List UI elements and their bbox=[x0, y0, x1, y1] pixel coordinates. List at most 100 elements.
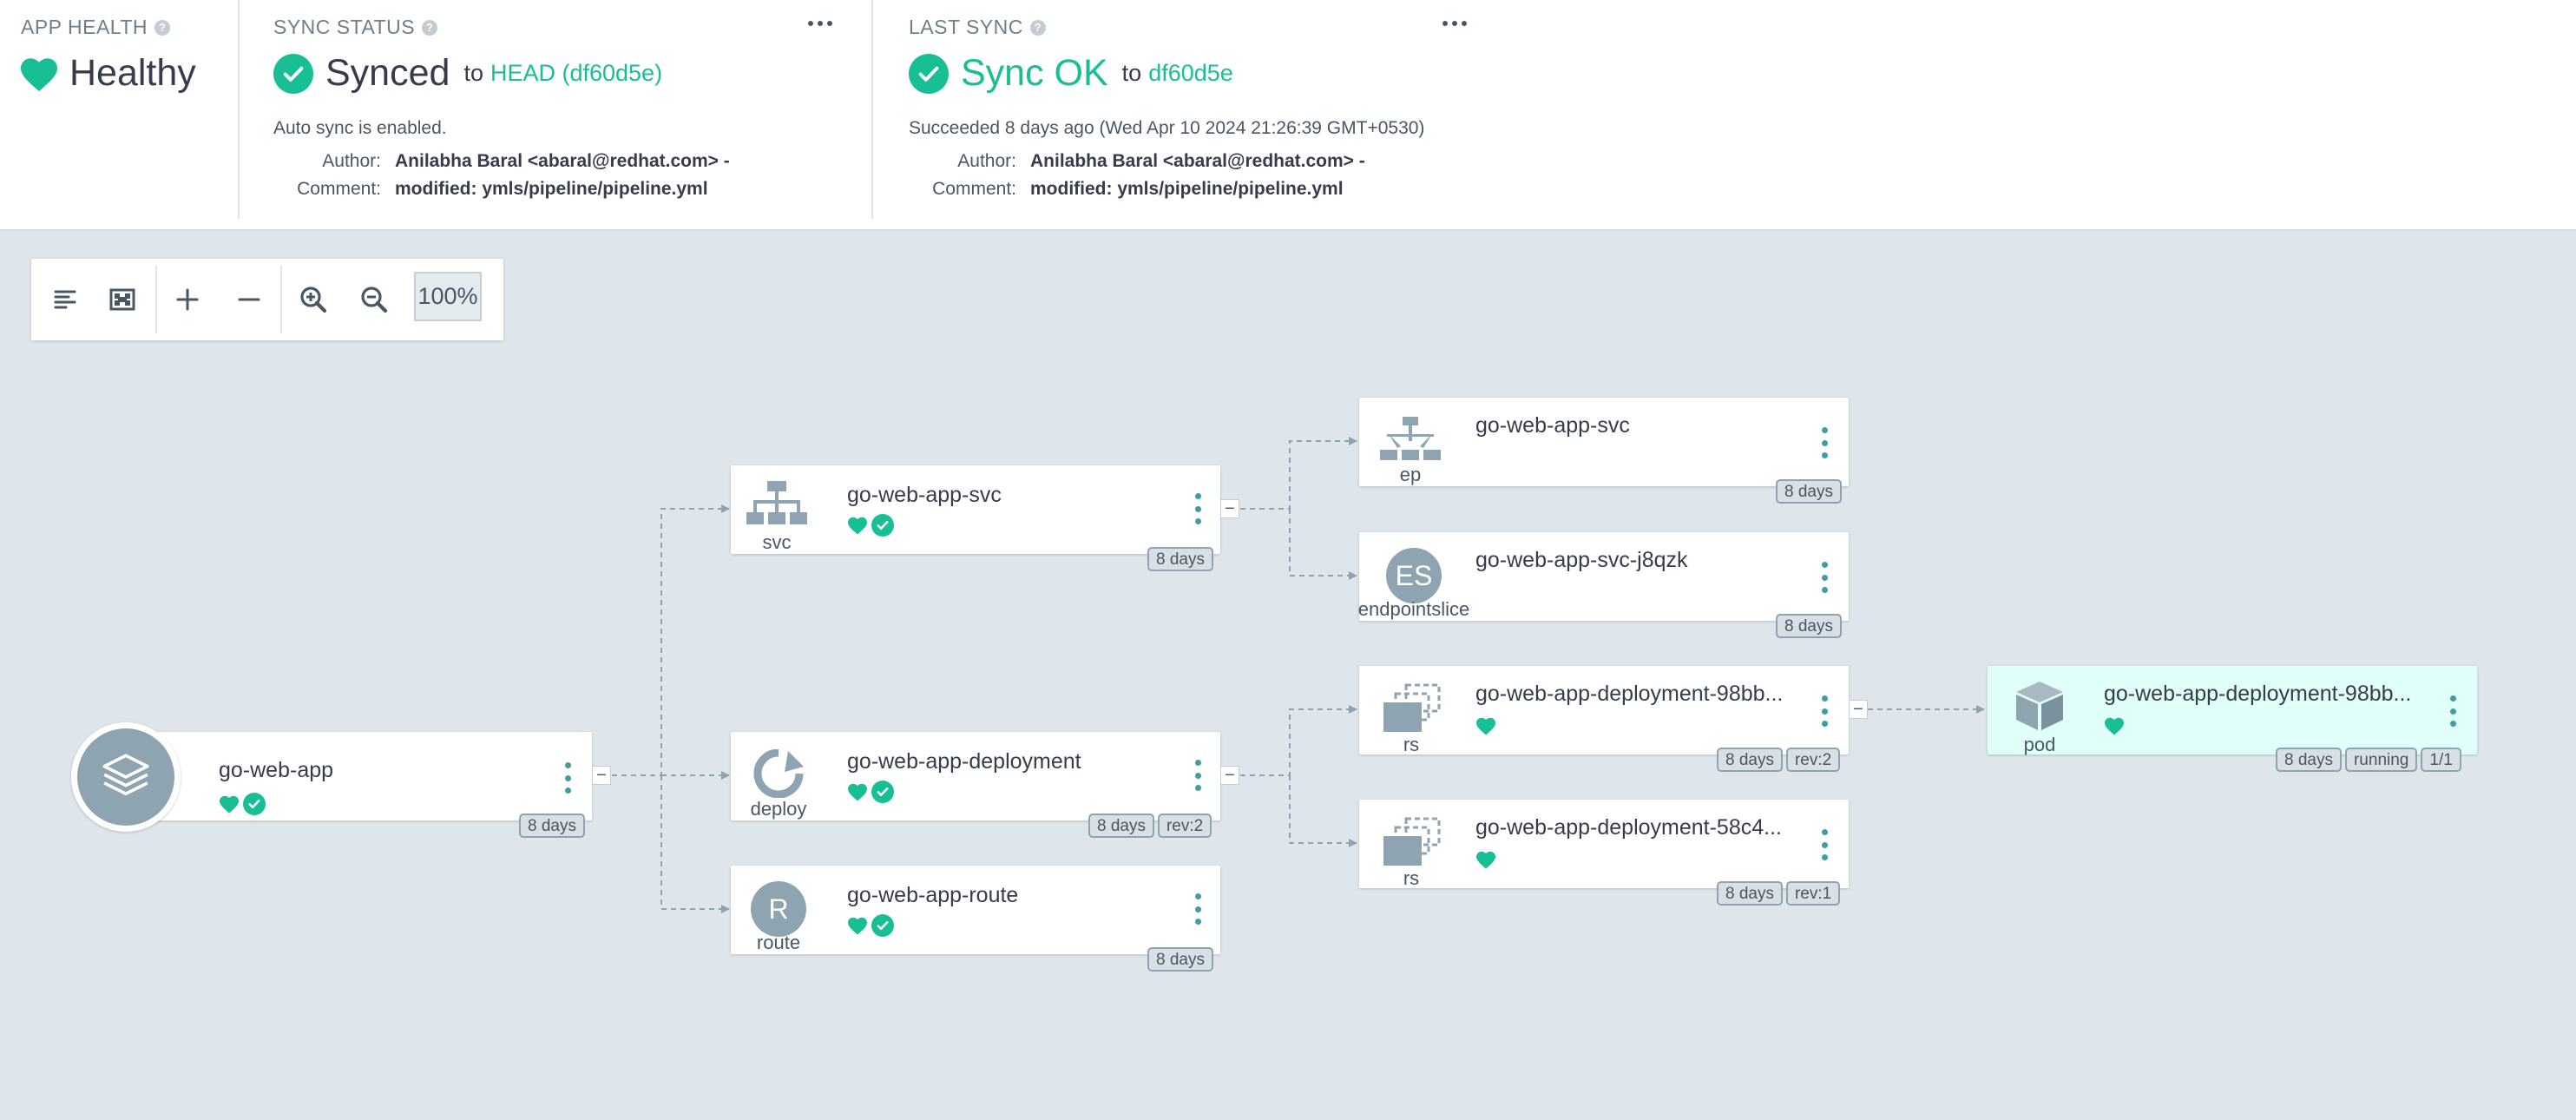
zoom-out-button[interactable] bbox=[352, 278, 396, 321]
collapse-toggle[interactable]: − bbox=[592, 766, 611, 785]
revision-tag: rev:2 bbox=[1785, 748, 1841, 772]
node-tags: 8 days running 1/1 bbox=[2276, 748, 2461, 772]
heart-icon bbox=[848, 783, 867, 801]
node-menu-button[interactable] bbox=[1816, 425, 1833, 460]
sync-status-line: Synced to HEAD (df60d5e) bbox=[273, 52, 662, 95]
author-value: Anilabha Baral <abaral@redhat.com> - bbox=[395, 151, 730, 171]
deploy-icon bbox=[748, 749, 809, 798]
app-health-title-text: APP HEALTH bbox=[21, 16, 148, 38]
node-menu-button[interactable] bbox=[1189, 491, 1206, 526]
route-letter-icon: R bbox=[750, 881, 807, 937]
layers-icon bbox=[77, 728, 174, 826]
node-tags: 8 days bbox=[519, 814, 585, 838]
help-icon[interactable]: ? bbox=[1029, 19, 1046, 36]
sync-status-panel: SYNC STATUS ? Synced to HEAD (df60d5e) A… bbox=[240, 0, 871, 229]
last-sync-revision-link[interactable]: df60d5e bbox=[1148, 60, 1233, 87]
node-menu-button[interactable] bbox=[1189, 758, 1206, 793]
pod-node[interactable]: pod go-web-app-deployment-98bb... 8 days… bbox=[1988, 666, 2477, 772]
sync-comment-row: Comment: modified: ymls/pipeline/pipeline… bbox=[273, 179, 708, 200]
age-tag: 8 days bbox=[1776, 479, 1842, 504]
collapse-toggle[interactable]: − bbox=[1220, 766, 1239, 785]
node-menu-button[interactable] bbox=[1816, 827, 1833, 862]
last-sync-comment-row: Comment: modified: ymls/pipeline/pipeline… bbox=[909, 179, 1343, 200]
collapse-all-button[interactable] bbox=[227, 278, 271, 321]
fit-view-button[interactable] bbox=[101, 278, 144, 321]
svc-node[interactable]: svc go-web-app-svc 8 days bbox=[731, 465, 1220, 571]
node-menu-button[interactable] bbox=[1816, 560, 1833, 595]
toolbar-divider bbox=[280, 266, 282, 333]
zoom-out-icon bbox=[361, 287, 388, 313]
deploy-node[interactable]: deploy go-web-app-deployment 8 days rev:… bbox=[731, 732, 1220, 838]
node-tags: 8 days bbox=[1147, 947, 1213, 972]
node-menu-button[interactable] bbox=[2444, 694, 2461, 728]
expand-all-button[interactable] bbox=[166, 278, 209, 321]
app-health-status: Healthy bbox=[19, 52, 196, 95]
age-tag: 8 days bbox=[1147, 947, 1213, 972]
comment-label: Comment: bbox=[932, 179, 1016, 199]
status-header: APP HEALTH ? Healthy SYNC STATUS ? Synce… bbox=[0, 0, 2576, 231]
zoom-in-button[interactable] bbox=[292, 278, 335, 321]
node-status-icons bbox=[847, 514, 894, 537]
zoom-level[interactable]: 100% bbox=[414, 272, 482, 321]
author-label: Author: bbox=[957, 151, 1016, 171]
node-menu-button[interactable] bbox=[1189, 892, 1206, 926]
revision-tag: rev:2 bbox=[1157, 814, 1212, 838]
align-left-icon bbox=[54, 290, 76, 309]
last-sync-author-row: Author: Anilabha Baral <abaral@redhat.com… bbox=[909, 151, 1365, 172]
comment-value: modified: ymls/pipeline/pipeline.yml bbox=[395, 179, 708, 199]
graph-toolbar: 100% bbox=[31, 259, 503, 340]
node-name: go-web-app-svc bbox=[847, 483, 1002, 507]
age-tag: 8 days bbox=[519, 814, 585, 838]
node-kind-label: rs bbox=[1403, 734, 1420, 755]
list-view-button[interactable] bbox=[43, 278, 87, 321]
node-menu-button[interactable] bbox=[1816, 694, 1833, 728]
node-name: go-web-app-svc-j8qzk bbox=[1475, 548, 1688, 572]
node-kind-label: svc bbox=[762, 531, 792, 553]
node-name: go-web-app bbox=[219, 758, 334, 782]
ep-node[interactable]: ep go-web-app-svc 8 days bbox=[1359, 398, 1849, 504]
sync-status-more-button[interactable] bbox=[808, 21, 832, 26]
service-icon bbox=[746, 481, 807, 528]
node-tags: 8 days rev:2 bbox=[1717, 748, 1841, 772]
plus-icon bbox=[176, 288, 199, 311]
app-health-panel: APP HEALTH ? Healthy bbox=[0, 0, 238, 229]
check-circle-icon bbox=[871, 914, 894, 937]
heart-icon bbox=[220, 795, 239, 814]
help-icon[interactable]: ? bbox=[422, 19, 438, 36]
node-name: go-web-app-deployment-58c4... bbox=[1475, 815, 1782, 840]
heart-icon bbox=[848, 917, 867, 935]
help-icon[interactable]: ? bbox=[154, 19, 171, 36]
node-status-icons bbox=[2104, 716, 2125, 735]
heart-icon bbox=[2105, 717, 2124, 735]
node-kind-label: pod bbox=[2023, 734, 2056, 755]
node-menu-button[interactable] bbox=[559, 761, 576, 795]
last-sync-status-text: Sync OK bbox=[961, 52, 1108, 94]
node-tags: 8 days bbox=[1147, 547, 1213, 571]
app-node[interactable]: go-web-app 8 days bbox=[130, 732, 592, 838]
collapse-toggle[interactable]: − bbox=[1849, 700, 1868, 719]
node-kind-label: endpointslice bbox=[1357, 598, 1470, 620]
app-icon-ring bbox=[71, 722, 181, 832]
node-status-icons bbox=[219, 793, 266, 815]
node-tags: 8 days rev:1 bbox=[1717, 881, 1841, 906]
app-health-status-text: Healthy bbox=[69, 52, 196, 94]
route-node[interactable]: R route go-web-app-route 8 days bbox=[731, 866, 1220, 972]
check-circle-icon bbox=[243, 793, 266, 815]
node-status-icons bbox=[1475, 716, 1496, 735]
zoom-in-icon bbox=[300, 287, 327, 313]
replicaset-node[interactable]: rs go-web-app-deployment-98bb... 8 days … bbox=[1359, 666, 1849, 772]
age-tag: 8 days bbox=[1717, 748, 1783, 772]
node-name: go-web-app-deployment bbox=[847, 749, 1081, 774]
last-sync-more-button[interactable] bbox=[1442, 21, 1467, 26]
sync-revision-link[interactable]: HEAD (df60d5e) bbox=[490, 60, 662, 87]
replicaset-node[interactable]: rs go-web-app-deployment-58c4... 8 days … bbox=[1359, 800, 1849, 906]
node-name: go-web-app-route bbox=[847, 883, 1019, 907]
pod-cube-icon bbox=[2012, 680, 2067, 732]
revision-tag: rev:1 bbox=[1785, 881, 1841, 906]
endpointslice-letter: ES bbox=[1386, 548, 1442, 603]
endpointslice-node[interactable]: ES endpointslice go-web-app-svc-j8qzk 8 … bbox=[1358, 532, 1849, 638]
node-status-icons bbox=[847, 781, 894, 803]
node-name: go-web-app-deployment-98bb... bbox=[1475, 682, 1784, 706]
heart-icon bbox=[1476, 851, 1495, 869]
collapse-toggle[interactable]: − bbox=[1220, 499, 1239, 518]
